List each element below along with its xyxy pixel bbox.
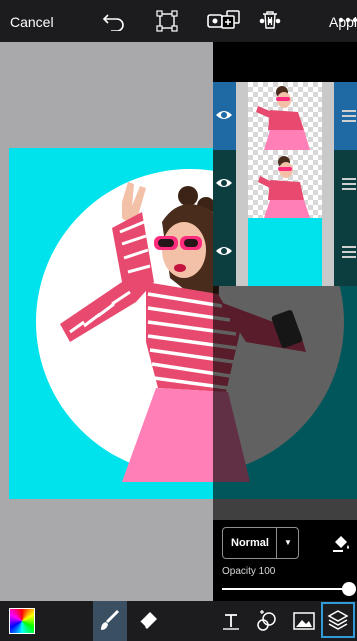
crop-icon[interactable]: [154, 9, 180, 33]
layer-thumbnail[interactable]: [248, 150, 322, 218]
eye-icon[interactable]: [215, 174, 233, 192]
layers-toolbar: [213, 42, 357, 82]
cancel-button[interactable]: Cancel: [10, 14, 54, 30]
brush-tool-button[interactable]: [93, 601, 127, 641]
layer-thumb-frame: [236, 218, 248, 286]
layers-icon: [327, 610, 349, 630]
clone-stamp-icon: [257, 610, 276, 631]
layer-thumb-frame: [236, 82, 248, 150]
layer-thumb-frame: [322, 150, 334, 218]
undo-icon[interactable]: [101, 9, 127, 33]
layer-row[interactable]: [213, 218, 357, 286]
layer-thumbnail[interactable]: [248, 82, 322, 150]
eraser-icon: [139, 612, 157, 629]
caret-down-icon: ▼: [284, 538, 292, 547]
clone-tool-button[interactable]: [250, 604, 284, 638]
opacity-slider-knob[interactable]: [342, 582, 356, 596]
drag-handle-icon[interactable]: [342, 110, 356, 122]
layer-thumbnail[interactable]: [248, 218, 322, 286]
opacity-slider-track[interactable]: [222, 588, 348, 590]
layer-row[interactable]: [213, 150, 357, 218]
eye-icon[interactable]: [215, 242, 233, 260]
trash-icon[interactable]: [258, 8, 282, 32]
layer-thumb-frame: [322, 82, 334, 150]
eraser-tool-button[interactable]: [131, 604, 165, 638]
color-picker-button[interactable]: [5, 604, 39, 638]
layer-thumb-frame: [322, 218, 334, 286]
blend-mode-label: Normal: [231, 537, 269, 549]
color-wheel-icon: [9, 608, 35, 634]
brush-icon: [101, 610, 119, 630]
more-icon[interactable]: [336, 8, 357, 32]
text-tool-button[interactable]: [214, 604, 248, 638]
paint-bucket-icon[interactable]: [331, 533, 351, 553]
layers-tool-button[interactable]: [321, 602, 355, 638]
select-divider: [276, 528, 277, 558]
drag-handle-icon[interactable]: [342, 178, 356, 190]
layer-thumb-frame: [236, 150, 248, 218]
duplicate-layer-icon[interactable]: [219, 8, 243, 32]
image-icon: [293, 612, 315, 630]
eye-icon[interactable]: [215, 106, 233, 124]
opacity-label: Opacity 100: [222, 566, 276, 577]
drag-handle-icon[interactable]: [342, 246, 356, 258]
layer-row[interactable]: [213, 82, 357, 150]
text-icon: [223, 614, 239, 630]
blend-mode-select[interactable]: Normal ▼: [222, 527, 299, 559]
image-tool-button[interactable]: [287, 604, 321, 638]
